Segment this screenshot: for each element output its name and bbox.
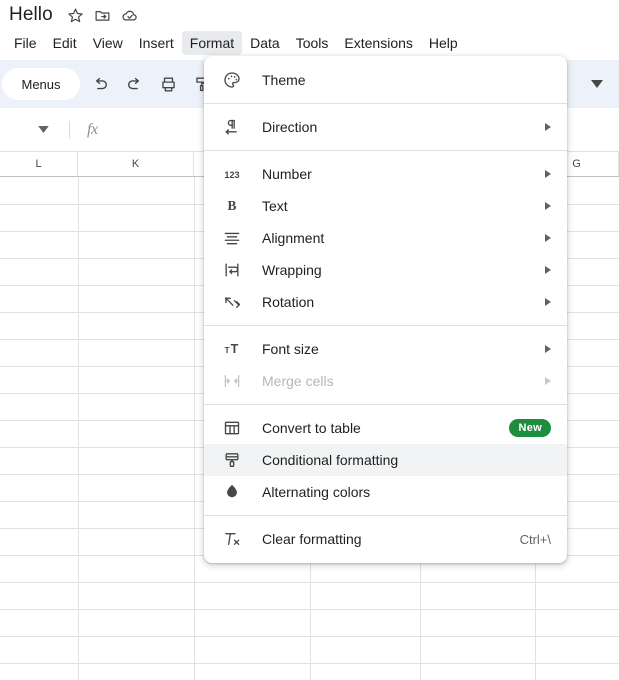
menu-item-direction[interactable]: Direction — [204, 111, 567, 143]
more-toolbar-options-icon[interactable] — [585, 72, 609, 96]
alignment-icon — [220, 226, 244, 250]
conditional-formatting-icon — [220, 448, 244, 472]
menu-item-label: Text — [262, 198, 288, 214]
grid-row-line — [0, 636, 619, 637]
menu-file[interactable]: File — [6, 31, 45, 55]
column-header[interactable]: L — [0, 152, 78, 176]
svg-text:123: 123 — [224, 170, 239, 180]
submenu-arrow-icon — [545, 298, 551, 306]
menu-item-label: Font size — [262, 341, 319, 357]
menu-item-number[interactable]: 123 Number — [204, 158, 567, 190]
print-icon[interactable] — [154, 70, 182, 98]
menu-item-clear-formatting[interactable]: Clear formatting Ctrl+\ — [204, 523, 567, 555]
menu-item-alignment[interactable]: Alignment — [204, 222, 567, 254]
grid-row-line — [0, 663, 619, 664]
font-size-icon: TT — [220, 337, 244, 361]
number-123-icon: 123 — [220, 162, 244, 186]
star-icon[interactable] — [67, 6, 85, 24]
move-to-folder-icon[interactable] — [94, 6, 112, 24]
grid-column-line — [78, 177, 79, 680]
submenu-arrow-icon — [545, 170, 551, 178]
menu-item-conditional-formatting[interactable]: Conditional formatting — [204, 444, 567, 476]
title-bar: Hello — [0, 0, 619, 30]
column-header[interactable]: K — [78, 152, 194, 176]
cloud-saved-icon[interactable] — [121, 6, 139, 24]
menu-format[interactable]: Format — [181, 31, 243, 55]
menu-item-font-size[interactable]: T T Font size — [204, 333, 567, 365]
menu-edit[interactable]: Edit — [45, 31, 85, 55]
menu-item-convert-to-table[interactable]: Convert to table New — [204, 412, 567, 444]
submenu-arrow-icon — [545, 202, 551, 210]
menu-insert[interactable]: Insert — [131, 31, 182, 55]
bold-b-icon: B — [220, 194, 244, 218]
menu-item-label: Conditional formatting — [262, 452, 399, 468]
svg-text:T: T — [224, 345, 229, 355]
menu-item-theme[interactable]: Theme — [204, 64, 567, 96]
menu-item-rotation[interactable]: Rotation — [204, 286, 567, 318]
fx-label: fx — [87, 120, 98, 138]
submenu-arrow-icon — [545, 377, 551, 385]
submenu-arrow-icon — [545, 123, 551, 131]
menu-separator — [204, 404, 567, 405]
keyboard-shortcut: Ctrl+\ — [519, 531, 551, 547]
menu-item-label: Convert to table — [262, 420, 361, 436]
menu-view[interactable]: View — [85, 31, 131, 55]
merge-cells-icon — [220, 369, 244, 393]
text-rotation-icon — [220, 290, 244, 314]
menu-item-label: Clear formatting — [262, 531, 362, 547]
menu-item-label: Rotation — [262, 294, 315, 310]
menu-separator — [204, 325, 567, 326]
clear-formatting-icon — [220, 527, 244, 551]
menu-extensions[interactable]: Extensions — [336, 31, 420, 55]
grid-column-line — [194, 177, 195, 680]
menu-item-wrapping[interactable]: Wrapping — [204, 254, 567, 286]
svg-text:B: B — [228, 198, 237, 213]
redo-icon[interactable] — [120, 70, 148, 98]
name-box-chevron-down-icon[interactable] — [33, 120, 53, 140]
undo-icon[interactable] — [86, 70, 114, 98]
submenu-arrow-icon — [545, 345, 551, 353]
menu-item-label: Direction — [262, 119, 318, 135]
menu-tools[interactable]: Tools — [288, 31, 337, 55]
svg-text:T: T — [231, 342, 239, 356]
menu-item-text[interactable]: B Text — [204, 190, 567, 222]
menu-item-label: Merge cells — [262, 373, 334, 389]
menu-item-merge-cells: Merge cells — [204, 365, 567, 397]
text-direction-icon — [220, 115, 244, 139]
menu-item-label: Alignment — [262, 230, 325, 246]
menu-separator — [204, 103, 567, 104]
grid-row-line — [0, 609, 619, 610]
google-sheets-window: Hello File Edit View Insert Format Data … — [0, 0, 619, 680]
alternating-colors-icon — [220, 480, 244, 504]
format-menu-dropdown[interactable]: Theme Direction 123 Number B Text Alignment Wra… — [204, 56, 567, 563]
menu-item-label: Alternating colors — [262, 484, 371, 500]
document-title[interactable]: Hello — [9, 4, 53, 26]
menu-item-alternating-colors[interactable]: Alternating colors — [204, 476, 567, 508]
menu-separator — [204, 150, 567, 151]
formula-bar-divider — [69, 120, 70, 139]
menu-bar: File Edit View Insert Format Data Tools Extensi… — [0, 30, 619, 56]
menu-item-label: Wrapping — [262, 262, 322, 278]
menu-item-label: Number — [262, 166, 312, 182]
palette-icon — [220, 68, 244, 92]
menus-chip-button[interactable]: Menus — [2, 68, 80, 100]
submenu-arrow-icon — [545, 234, 551, 242]
menu-help[interactable]: Help — [421, 31, 466, 55]
grid-row-line — [0, 582, 619, 583]
submenu-arrow-icon — [545, 266, 551, 274]
text-wrap-icon — [220, 258, 244, 282]
new-badge: New — [509, 419, 551, 437]
menu-separator — [204, 515, 567, 516]
table-icon — [220, 416, 244, 440]
title-icon-group — [67, 6, 139, 24]
menu-item-label: Theme — [262, 72, 306, 88]
menu-data[interactable]: Data — [242, 31, 288, 55]
